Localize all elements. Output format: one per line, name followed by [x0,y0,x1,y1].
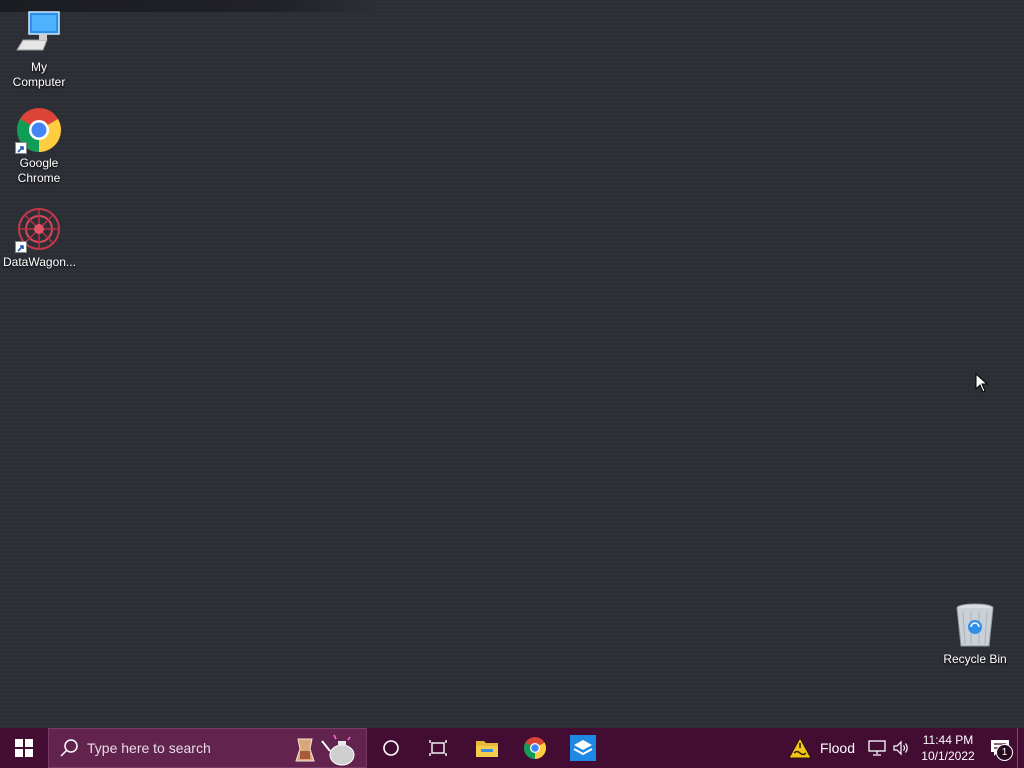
chrome-icon [524,737,546,759]
taskbar-datawagon-app[interactable] [559,728,607,768]
cortana-circle-icon [383,740,399,756]
desktop-icon-recycle-bin[interactable]: Recycle Bin [937,602,1013,667]
desktop-icon-label: DataWagon... [3,255,76,269]
search-placeholder: Type here to search [87,740,211,756]
network-button[interactable] [865,728,889,768]
taskbar-file-explorer[interactable] [463,728,511,768]
shortcut-arrow-icon [15,142,27,154]
weather-text: Flood [819,740,855,756]
desktop-icon-label: Google Chrome [17,156,61,185]
cortana-button[interactable] [367,728,415,768]
desktop-icon-label: My Computer [12,60,66,89]
notification-count-badge: 1 [996,744,1013,761]
desktop-icon-my-computer[interactable]: My Computer [1,10,77,90]
desktop-icon-datawagon[interactable]: DataWagon... [1,205,77,270]
search-highlight-art-icon [295,734,355,766]
chrome-icon [15,106,63,154]
system-tray: Flood 11:44 PM 10/1/2022 1 [788,728,1024,768]
taskbar: Type here to search Flood 11:44 PM 10/1/… [0,728,1024,768]
recycle-bin-icon [951,602,999,650]
taskbar-search-box[interactable]: Type here to search [48,728,367,768]
task-view-button[interactable] [415,728,463,768]
file-explorer-icon [476,741,498,757]
taskbar-clock[interactable]: 11:44 PM 10/1/2022 [917,732,979,764]
show-desktop-button[interactable] [1017,728,1024,768]
start-button[interactable] [0,728,48,768]
clock-date: 10/1/2022 [921,749,975,763]
task-view-icon [429,740,447,756]
mouse-cursor-icon [975,373,989,393]
action-center-button[interactable]: 1 [983,728,1017,768]
datawagon-icon [15,205,63,253]
computer-icon [15,10,63,58]
volume-icon [893,740,908,756]
desktop[interactable]: My Computer Google Chrome DataWagon... R… [0,0,1024,728]
taskbar-chrome[interactable] [511,728,559,768]
flood-warning-icon [788,737,812,759]
volume-button[interactable] [889,728,913,768]
desktop-icon-label: Recycle Bin [943,652,1007,666]
network-icon [868,740,886,756]
desktop-icon-google-chrome[interactable]: Google Chrome [1,106,77,186]
weather-widget[interactable]: Flood [788,737,855,759]
clock-time: 11:44 PM [922,733,974,747]
search-icon [60,739,78,757]
datawagon-app-icon [570,735,596,761]
shortcut-arrow-icon [15,241,27,253]
windows-start-icon [15,739,33,757]
